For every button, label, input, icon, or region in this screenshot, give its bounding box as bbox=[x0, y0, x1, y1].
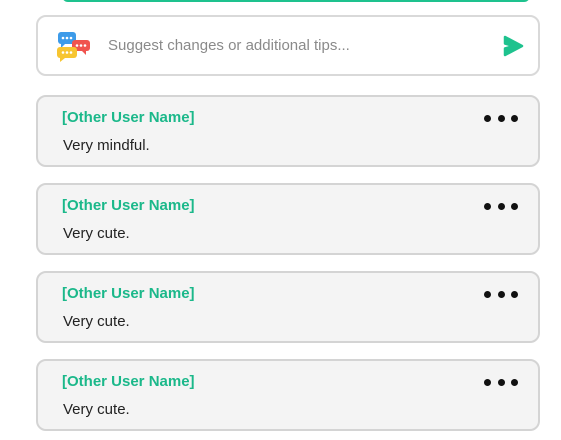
comment-text: Very cute. bbox=[63, 313, 130, 330]
comment-card: [Other User Name] Very cute. bbox=[36, 271, 540, 343]
top-accent-bar bbox=[62, 0, 530, 2]
send-arrow-icon[interactable] bbox=[502, 35, 524, 57]
comment-card: [Other User Name] Very mindful. bbox=[36, 95, 540, 167]
comment-text: Very cute. bbox=[63, 401, 130, 418]
comment-card: [Other User Name] Very cute. bbox=[36, 359, 540, 431]
comment-author[interactable]: [Other User Name] bbox=[62, 109, 195, 126]
more-options-icon[interactable] bbox=[484, 375, 518, 389]
comment-author[interactable]: [Other User Name] bbox=[62, 197, 195, 214]
more-options-icon[interactable] bbox=[484, 199, 518, 213]
comment-text: Very cute. bbox=[63, 225, 130, 242]
comment-text: Very mindful. bbox=[63, 137, 150, 154]
suggestion-input[interactable] bbox=[108, 17, 488, 74]
chat-bubbles-icon bbox=[57, 32, 90, 62]
comment-author[interactable]: [Other User Name] bbox=[62, 373, 195, 390]
comment-author[interactable]: [Other User Name] bbox=[62, 285, 195, 302]
more-options-icon[interactable] bbox=[484, 111, 518, 125]
comment-card: [Other User Name] Very cute. bbox=[36, 183, 540, 255]
more-options-icon[interactable] bbox=[484, 287, 518, 301]
suggestion-composer bbox=[36, 15, 540, 76]
